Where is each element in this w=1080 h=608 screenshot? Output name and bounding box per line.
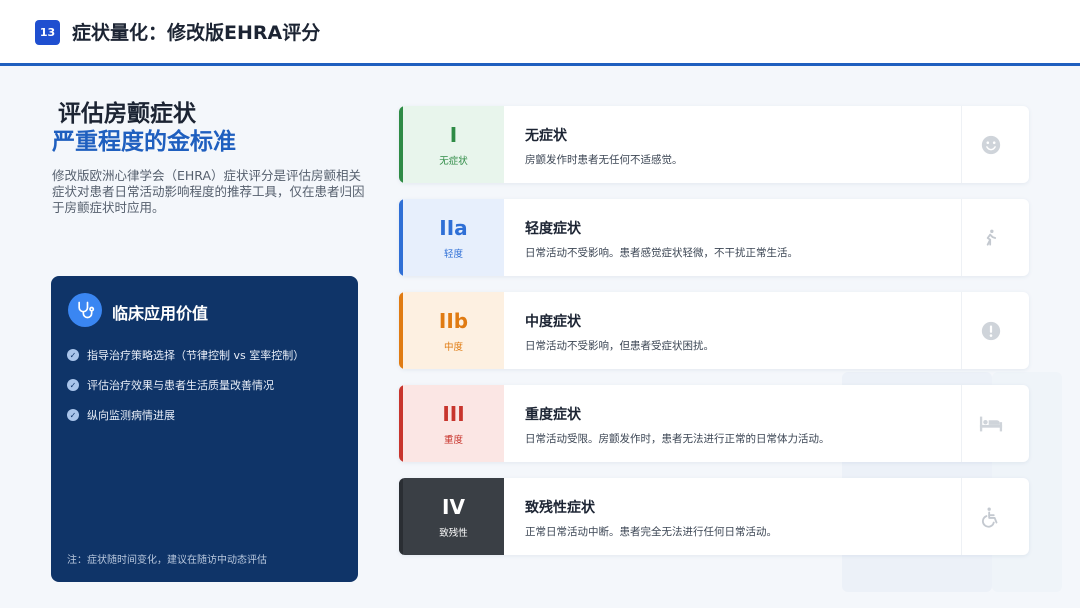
level-subtitle: 无症状	[439, 155, 468, 167]
divider	[961, 106, 962, 183]
list-item-text: 纵向监测病情进展	[87, 409, 175, 422]
clinical-value-title: 临床应用价值	[112, 304, 209, 323]
check-icon: ✓	[67, 349, 79, 361]
level-name: 无症状	[525, 128, 567, 144]
stethoscope-icon	[68, 293, 102, 327]
list-item-text: 指导治疗策略选择（节律控制 vs 室率控制）	[87, 349, 305, 362]
slide-title: 症状量化：修改版EHRA评分	[72, 22, 321, 44]
clinical-value-card: 临床应用价值 ✓ 指导治疗策略选择（节律控制 vs 室率控制） ✓ 评估治疗效果与患…	[51, 276, 358, 582]
page-number-badge: 13	[35, 20, 60, 45]
divider	[961, 385, 962, 462]
level-card-iv: IV 致残性 致残性症状 正常日常活动中断。患者完全无法进行任何日常活动。	[399, 478, 1029, 555]
level-name: 中度症状	[525, 314, 581, 330]
bed-icon	[979, 412, 1003, 436]
wheelchair-icon	[979, 505, 1003, 529]
list-item: ✓ 评估治疗效果与患者生活质量改善情况	[67, 370, 347, 400]
clinical-value-list: ✓ 指导治疗策略选择（节律控制 vs 室率控制） ✓ 评估治疗效果与患者生活质量改善…	[67, 340, 347, 430]
level-subtitle: 轻度	[443, 248, 463, 260]
level-badge: I 无症状	[399, 106, 504, 183]
level-badge: IIa 轻度	[399, 199, 504, 276]
level-subtitle: 重度	[443, 434, 463, 446]
level-badge: IV 致残性	[399, 478, 504, 555]
level-subtitle: 中度	[443, 341, 463, 353]
level-code: I	[449, 122, 458, 147]
level-code: IV	[442, 494, 465, 519]
list-item: ✓ 纵向监测病情进展	[67, 400, 347, 430]
level-subtitle: 致残性	[439, 527, 468, 539]
level-name: 致残性症状	[525, 500, 595, 516]
level-code: IIa	[439, 215, 468, 240]
level-description: 日常活动不受影响。患者感觉症状轻微，不干扰正常生活。	[525, 247, 798, 259]
intro-description: 修改版欧洲心律学会（EHRA）症状评分是评估房颤相关症状对患者日常活动影响程度的…	[52, 168, 365, 215]
divider	[961, 199, 962, 276]
level-code: IIb	[438, 308, 469, 333]
level-description: 日常活动不受影响，但患者受症状困扰。	[525, 340, 714, 352]
list-item: ✓ 指导治疗策略选择（节律控制 vs 室率控制）	[67, 340, 347, 370]
level-badge: IIb 中度	[399, 292, 504, 369]
slide-header: 13 症状量化：修改版EHRA评分	[0, 0, 1080, 66]
level-description: 正常日常活动中断。患者完全无法进行任何日常活动。	[525, 526, 777, 538]
divider	[961, 292, 962, 369]
level-card-iib: IIb 中度 中度症状 日常活动不受影响，但患者受症状困扰。	[399, 292, 1029, 369]
level-card-iia: IIa 轻度 轻度症状 日常活动不受影响。患者感觉症状轻微，不干扰正常生活。	[399, 199, 1029, 276]
level-card-iii: III 重度 重度症状 日常活动受限。房颤发作时，患者无法进行正常的日常体力活动…	[399, 385, 1029, 462]
intro-title-line2: 严重程度的金标准	[52, 129, 236, 155]
alert-icon	[979, 319, 1003, 343]
check-icon: ✓	[67, 409, 79, 421]
level-code: III	[442, 401, 465, 426]
clinical-note: 注：症状随时间变化，建议在随访中动态评估	[67, 555, 267, 566]
level-name: 重度症状	[525, 407, 581, 423]
walking-icon	[979, 226, 1003, 250]
divider	[961, 478, 962, 555]
level-description: 房颤发作时患者无任何不适感觉。	[525, 154, 683, 166]
level-badge: III 重度	[399, 385, 504, 462]
level-name: 轻度症状	[525, 221, 581, 237]
list-item-text: 评估治疗效果与患者生活质量改善情况	[87, 379, 274, 392]
check-icon: ✓	[67, 379, 79, 391]
smile-icon	[979, 133, 1003, 157]
level-description: 日常活动受限。房颤发作时，患者无法进行正常的日常体力活动。	[525, 433, 830, 445]
level-card-i: I 无症状 无症状 房颤发作时患者无任何不适感觉。	[399, 106, 1029, 183]
